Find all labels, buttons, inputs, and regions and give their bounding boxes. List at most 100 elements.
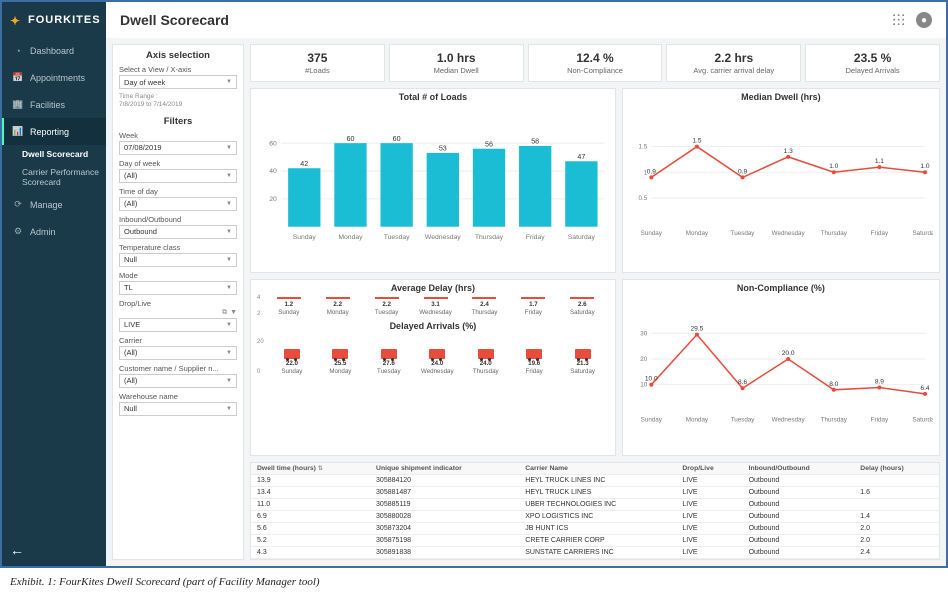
svg-text:Sunday: Sunday [641, 230, 663, 237]
svg-text:Wednesday: Wednesday [425, 234, 461, 241]
sidebar-item-label: Manage [30, 200, 63, 210]
axis-view-select[interactable]: Day of week▼ [119, 75, 237, 89]
filter-select[interactable]: (All)▼ [119, 346, 237, 360]
sidebar-item-reporting[interactable]: 📊Reporting [2, 118, 106, 145]
chevron-down-icon[interactable]: ▼ [230, 309, 237, 317]
sidebar-item-manage[interactable]: ⟳Manage [2, 191, 106, 218]
table-cell: 305881487 [370, 487, 519, 499]
svg-text:Monday: Monday [686, 417, 709, 424]
svg-text:8.9: 8.9 [875, 379, 884, 386]
svg-text:Friday: Friday [871, 417, 889, 424]
kpi-label: Avg. carrier arrival delay [669, 66, 798, 75]
table-cell: Outbound [743, 511, 855, 523]
kpi-row: 375#Loads1.0 hrsMedian Dwell12.4 %Non-Co… [250, 44, 940, 82]
svg-text:8.0: 8.0 [829, 381, 838, 388]
sidebar: ◔Dashboard 📅Appointments 🏢 Facilities 📊Re… [2, 38, 106, 566]
data-table: Dwell time (hours)⇅Unique shipment indic… [250, 462, 940, 560]
svg-text:6.4: 6.4 [920, 385, 929, 392]
table-cell: HEYL TRUCK LINES INC [519, 475, 676, 487]
svg-text:42: 42 [300, 160, 308, 168]
kpi-value: 375 [253, 51, 382, 65]
truck-icon [429, 349, 445, 359]
kpi-card: 2.2 hrsAvg. carrier arrival delay [666, 44, 801, 82]
kpi-value: 12.4 % [531, 51, 660, 65]
table-row[interactable]: 13.9305884120HEYL TRUCK LINES INCLIVEOut… [251, 475, 939, 487]
table-cell: 4.3 [251, 547, 370, 559]
table-row[interactable]: 13.4305881487HEYL TRUCK LINESLIVEOutboun… [251, 487, 939, 499]
svg-text:1.5: 1.5 [692, 138, 701, 145]
svg-text:60: 60 [346, 135, 354, 143]
time-range-text: Time Range :7/8/2019 to 7/14/2019 [119, 93, 237, 110]
table-row[interactable]: 6.9305880028XPO LOGISTICS INCLIVEOutboun… [251, 511, 939, 523]
filter-options-icon[interactable]: ⧉ [222, 309, 227, 317]
table-header[interactable]: Unique shipment indicator [370, 463, 519, 475]
table-cell: 305873204 [370, 523, 519, 535]
table-header[interactable]: Delay (hours) [854, 463, 939, 475]
sidebar-item-appointments[interactable]: 📅Appointments [2, 64, 106, 91]
table-cell: 5.2 [251, 535, 370, 547]
filter-select[interactable]: (All)▼ [119, 374, 237, 388]
table-cell: 13.9 [251, 475, 370, 487]
calendar-icon: 📅 [12, 72, 24, 83]
chart-delay-delayed: Average Delay (hrs) 42 1.2Sunday2.2Monda… [250, 279, 616, 456]
chevron-down-icon: ▼ [226, 79, 232, 85]
table-cell: LIVE [676, 475, 742, 487]
sidebar-sub-carrier-performance[interactable]: Carrier Performance Scorecard [2, 163, 106, 191]
table-header[interactable]: Inbound/Outbound [743, 463, 855, 475]
filter-select[interactable]: LIVE▼ [119, 318, 237, 332]
filter-select[interactable]: Null▼ [119, 402, 237, 416]
filter-select[interactable]: (All)▼ [119, 197, 237, 211]
table-cell: 305875198 [370, 535, 519, 547]
table-row[interactable]: 5.2305875198CRETE CARRIER CORPLIVEOutbou… [251, 535, 939, 547]
filter-select[interactable]: Outbound▼ [119, 225, 237, 239]
filter-select[interactable]: (All)▼ [119, 169, 237, 183]
table-header[interactable]: Carrier Name [519, 463, 676, 475]
brand-logo: FOURKITES [2, 2, 106, 38]
sidebar-sub-dwell-scorecard[interactable]: Dwell Scorecard [2, 145, 106, 163]
table-cell: LIVE [676, 523, 742, 535]
sidebar-item-facilities[interactable]: 🏢 Facilities [2, 91, 106, 118]
filter-label: Inbound/Outbound [119, 215, 237, 224]
table-cell: SUNSTATE CARRIERS INC [519, 547, 676, 559]
svg-text:Tuesday: Tuesday [730, 417, 755, 424]
filter-select[interactable]: Null▼ [119, 253, 237, 267]
apps-grid-icon[interactable] [892, 13, 906, 27]
building-icon: 🏢 [12, 99, 24, 110]
table-cell: 1.6 [854, 487, 939, 499]
svg-text:1.1: 1.1 [875, 158, 884, 165]
sidebar-item-admin[interactable]: ⚙Admin [2, 218, 106, 245]
filter-select[interactable]: 07/08/2019▼ [119, 141, 237, 155]
user-avatar-icon[interactable]: ● [916, 12, 932, 28]
chevron-down-icon: ▼ [226, 201, 232, 207]
sidebar-item-label: Dashboard [30, 46, 74, 56]
svg-text:Friday: Friday [871, 230, 889, 237]
chevron-down-icon: ▼ [226, 257, 232, 263]
table-cell: CRETE CARRIER CORP [519, 535, 676, 547]
table-header[interactable]: Dwell time (hours)⇅ [251, 463, 370, 475]
axis-view-label: Select a View / X-axis [119, 65, 237, 74]
svg-text:1.0: 1.0 [829, 163, 838, 170]
table-header[interactable]: Drop/Live [676, 463, 742, 475]
table-cell: HEYL TRUCK LINES [519, 487, 676, 499]
sidebar-item-label: Facilities [30, 100, 65, 110]
table-row[interactable]: 11.0305885119UBER TECHNOLOGIES INCLIVEOu… [251, 499, 939, 511]
table-cell: 1.4 [854, 511, 939, 523]
table-cell: 305880028 [370, 511, 519, 523]
kpi-value: 1.0 hrs [392, 51, 521, 65]
logo-icon [10, 14, 22, 26]
svg-text:0.9: 0.9 [738, 168, 747, 175]
table-cell: LIVE [676, 487, 742, 499]
sidebar-item-dashboard[interactable]: ◔Dashboard [2, 38, 106, 64]
svg-text:60: 60 [269, 140, 277, 147]
table-row[interactable]: 5.6305873204JB HUNT ICSLIVEOutbound2.0 [251, 523, 939, 535]
filter-select[interactable]: TL▼ [119, 281, 237, 295]
line-chart: 10203010.0Sunday29.5Monday8.6Tuesday20.0… [629, 295, 933, 453]
gear-icon: ⚙ [12, 226, 24, 237]
collapse-sidebar-button[interactable]: ← [2, 534, 106, 566]
filter-label: Mode [119, 271, 237, 280]
svg-text:29.5: 29.5 [690, 326, 703, 333]
table-row[interactable]: 4.3305891838SUNSTATE CARRIERS INCLIVEOut… [251, 547, 939, 559]
kpi-card: 12.4 %Non-Compliance [528, 44, 663, 82]
filter-label: Warehouse name [119, 392, 237, 401]
svg-text:60: 60 [393, 135, 401, 143]
